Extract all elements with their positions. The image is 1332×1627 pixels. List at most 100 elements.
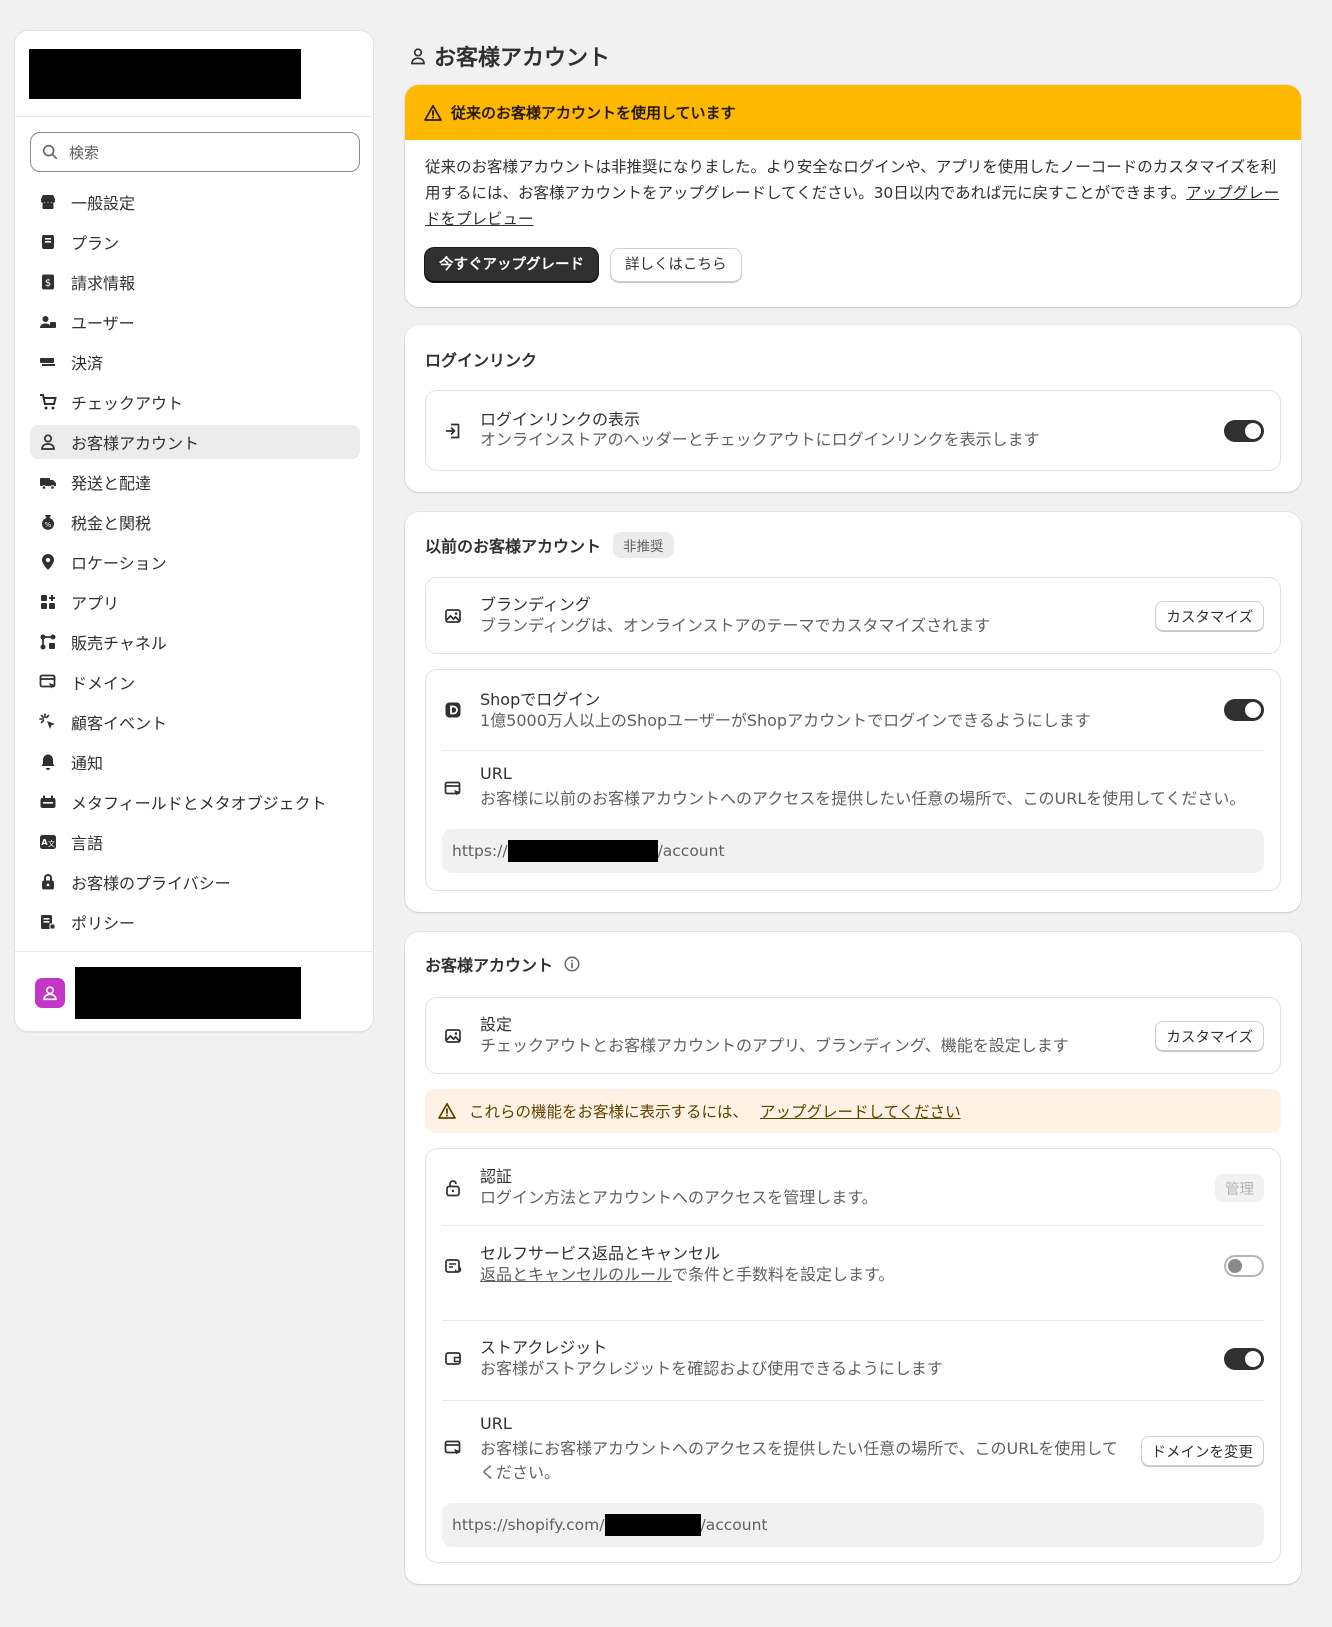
redacted-domain xyxy=(507,840,658,862)
info-icon[interactable] xyxy=(563,955,581,973)
sidebar-item-label: 税金と関税 xyxy=(71,514,152,533)
redacted-store-name xyxy=(29,49,301,99)
svg-text:文: 文 xyxy=(48,839,55,848)
change-domain-button[interactable]: ドメインを変更 xyxy=(1140,1436,1264,1466)
sidebar-item[interactable]: $ 請求情報 xyxy=(30,265,360,299)
policy-icon xyxy=(38,912,58,932)
login-link-toggle[interactable] xyxy=(1224,420,1264,442)
learn-more-button[interactable]: 詳しくはこちら xyxy=(610,248,742,282)
legacy-url-row: URL お客様に以前のお客様アカウントへのアクセスを提供したい任意の場所で、この… xyxy=(426,750,1280,890)
sidebar-item[interactable]: ドメイン xyxy=(30,665,360,699)
sidebar-item[interactable]: プラン xyxy=(30,225,360,259)
sidebar-item[interactable]: ロケーション xyxy=(30,545,360,579)
features-box: 認証 ログイン方法とアカウントへのアクセスを管理します。 管理 セルフサービス返… xyxy=(425,1148,1281,1563)
search-placeholder: 検索 xyxy=(69,143,100,162)
channels-icon xyxy=(38,632,58,652)
upgrade-link[interactable]: アップグレードしてください xyxy=(760,1100,961,1122)
image-icon xyxy=(442,605,464,627)
plan-icon xyxy=(38,232,58,252)
sidebar-item-label: プラン xyxy=(71,234,120,253)
sidebar-item[interactable]: 一般設定 xyxy=(30,185,360,219)
accounts-url-field[interactable]: https://shopify.com/ /account xyxy=(442,1503,1264,1547)
domain-icon xyxy=(442,778,464,800)
shop-login-box: Shopでログイン 1億5000万人以上のShopユーザーがShopアカウントで… xyxy=(425,669,1281,891)
sidebar-item-label: ユーザー xyxy=(71,314,135,333)
branding-box: ブランディング ブランディングは、オンラインストアのテーマでカスタマイズされます… xyxy=(425,577,1281,654)
accounts-title-text: お客様アカウント xyxy=(425,956,554,975)
login-link-card: ログインリンク ログインリンクの表示 オンラインストアのヘッダーとチェックアウト… xyxy=(405,325,1301,492)
metafield-icon xyxy=(38,792,58,812)
customer-accounts-card: お客様アカウント 設定 チェックアウトとお客様アカウントのアプリ、ブランディング… xyxy=(405,932,1301,1584)
sidebar-item[interactable]: お客様のプライバシー xyxy=(30,865,360,899)
sidebar-item-label: 販売チャネル xyxy=(71,634,167,653)
banner-title: 従来のお客様アカウントを使用しています xyxy=(451,104,736,122)
legacy-url-title: URL xyxy=(480,764,512,783)
store-header xyxy=(15,31,373,117)
section-title: ログインリンク xyxy=(425,351,538,370)
sidebar-item[interactable]: メタフィールドとメタオブジェクト xyxy=(30,785,360,819)
bell-icon xyxy=(38,752,58,772)
truck-icon xyxy=(38,472,58,492)
returns-desc-rest: で条件と手数料を設定します。 xyxy=(672,1265,895,1284)
sidebar-item[interactable]: 決済 xyxy=(30,345,360,379)
returns-title: セルフサービス返品とキャンセル xyxy=(480,1244,721,1263)
shop-icon xyxy=(442,699,464,721)
returns-toggle[interactable] xyxy=(1224,1255,1264,1277)
sidebar-item[interactable]: 販売チャネル xyxy=(30,625,360,659)
store-credit-description: お客様がストアクレジットを確認および使用できるようにします xyxy=(480,1359,943,1378)
person-icon xyxy=(411,48,425,65)
sidebar-item[interactable]: アプリ xyxy=(30,585,360,619)
sidebar-item[interactable]: 発送と配達 xyxy=(30,465,360,499)
accounts-url-description: お客様にお客様アカウントへのアクセスを提供したい任意の場所で、このURLを使用し… xyxy=(480,1439,1118,1482)
auth-manage-button[interactable]: 管理 xyxy=(1215,1174,1264,1202)
sidebar-item-label: チェックアウト xyxy=(71,394,184,413)
sidebar-item[interactable]: % 税金と関税 xyxy=(30,505,360,539)
sidebar-item[interactable]: ポリシー xyxy=(30,905,360,939)
image-icon xyxy=(442,1025,464,1047)
settings-customize-button[interactable]: カスタマイズ xyxy=(1155,1021,1264,1051)
shop-login-toggle[interactable] xyxy=(1224,699,1264,721)
legacy-url-field[interactable]: https:// /account xyxy=(442,829,1264,873)
upgrade-now-button[interactable]: 今すぐアップグレード xyxy=(425,248,598,282)
svg-text:%: % xyxy=(45,521,52,529)
branding-title: ブランディング xyxy=(480,595,591,614)
sidebar-item[interactable]: 通知 xyxy=(30,745,360,779)
legacy-accounts-card: 以前のお客様アカウント 非推奨 ブランディング ブランディングは、オンラインスト… xyxy=(405,512,1301,912)
sidebar-item[interactable]: ユーザー xyxy=(30,305,360,339)
sidebar-divider xyxy=(15,951,373,952)
sidebar-item[interactable]: A 文言語 xyxy=(30,825,360,859)
sidebar-item[interactable]: お客様アカウント xyxy=(30,425,360,459)
sidebar-item-label: お客様のプライバシー xyxy=(71,874,231,893)
page-title: お客様アカウント xyxy=(408,40,610,72)
sidebar-item[interactable]: チェックアウト xyxy=(30,385,360,419)
redacted-user-name xyxy=(75,967,301,1019)
unlock-icon xyxy=(442,1177,464,1199)
apps-icon xyxy=(38,592,58,612)
lock-icon xyxy=(38,872,58,892)
login-link-box: ログインリンクの表示 オンラインストアのヘッダーとチェックアウトにログインリンク… xyxy=(425,390,1281,471)
avatar[interactable] xyxy=(35,978,65,1008)
settings-row: 設定 チェックアウトとお客様アカウントのアプリ、ブランディング、機能を設定します… xyxy=(426,998,1280,1075)
legacy-title-text: 以前のお客様アカウント xyxy=(425,537,602,556)
svg-text:$: $ xyxy=(45,278,51,289)
sidebar-item[interactable]: 顧客イベント xyxy=(30,705,360,739)
shop-login-row: Shopでログイン 1億5000万人以上のShopユーザーがShopアカウントで… xyxy=(426,670,1280,750)
warning-icon xyxy=(438,1102,456,1119)
store-icon xyxy=(38,192,58,212)
sidebar-item-label: 一般設定 xyxy=(71,194,136,213)
legacy-warning-banner: 従来のお客様アカウントを使用しています 従来のお客様アカウントは非推奨になりまし… xyxy=(405,85,1301,307)
accounts-section-title: お客様アカウント xyxy=(425,952,581,976)
auth-row: 認証 ログイン方法とアカウントへのアクセスを管理します。 管理 xyxy=(426,1149,1280,1225)
store-credit-title: ストアクレジット xyxy=(480,1338,608,1357)
branding-customize-button[interactable]: カスタマイズ xyxy=(1155,601,1264,631)
search-icon xyxy=(42,144,58,160)
search-input[interactable]: 検索 xyxy=(30,132,360,172)
users-icon xyxy=(38,312,58,332)
settings-nav: 一般設定 プラン $ 請求情報 ユーザー 決済 チェックアウト お客様アカウント 発送と配達% 税… xyxy=(30,185,360,945)
store-credit-toggle[interactable] xyxy=(1224,1348,1264,1370)
cursor-icon xyxy=(38,712,58,732)
sidebar-item-label: ドメイン xyxy=(71,674,136,693)
wallet-icon xyxy=(442,1347,464,1369)
tax-icon: % xyxy=(38,512,58,532)
returns-rules-link[interactable]: 返品とキャンセルのルール xyxy=(480,1265,672,1284)
